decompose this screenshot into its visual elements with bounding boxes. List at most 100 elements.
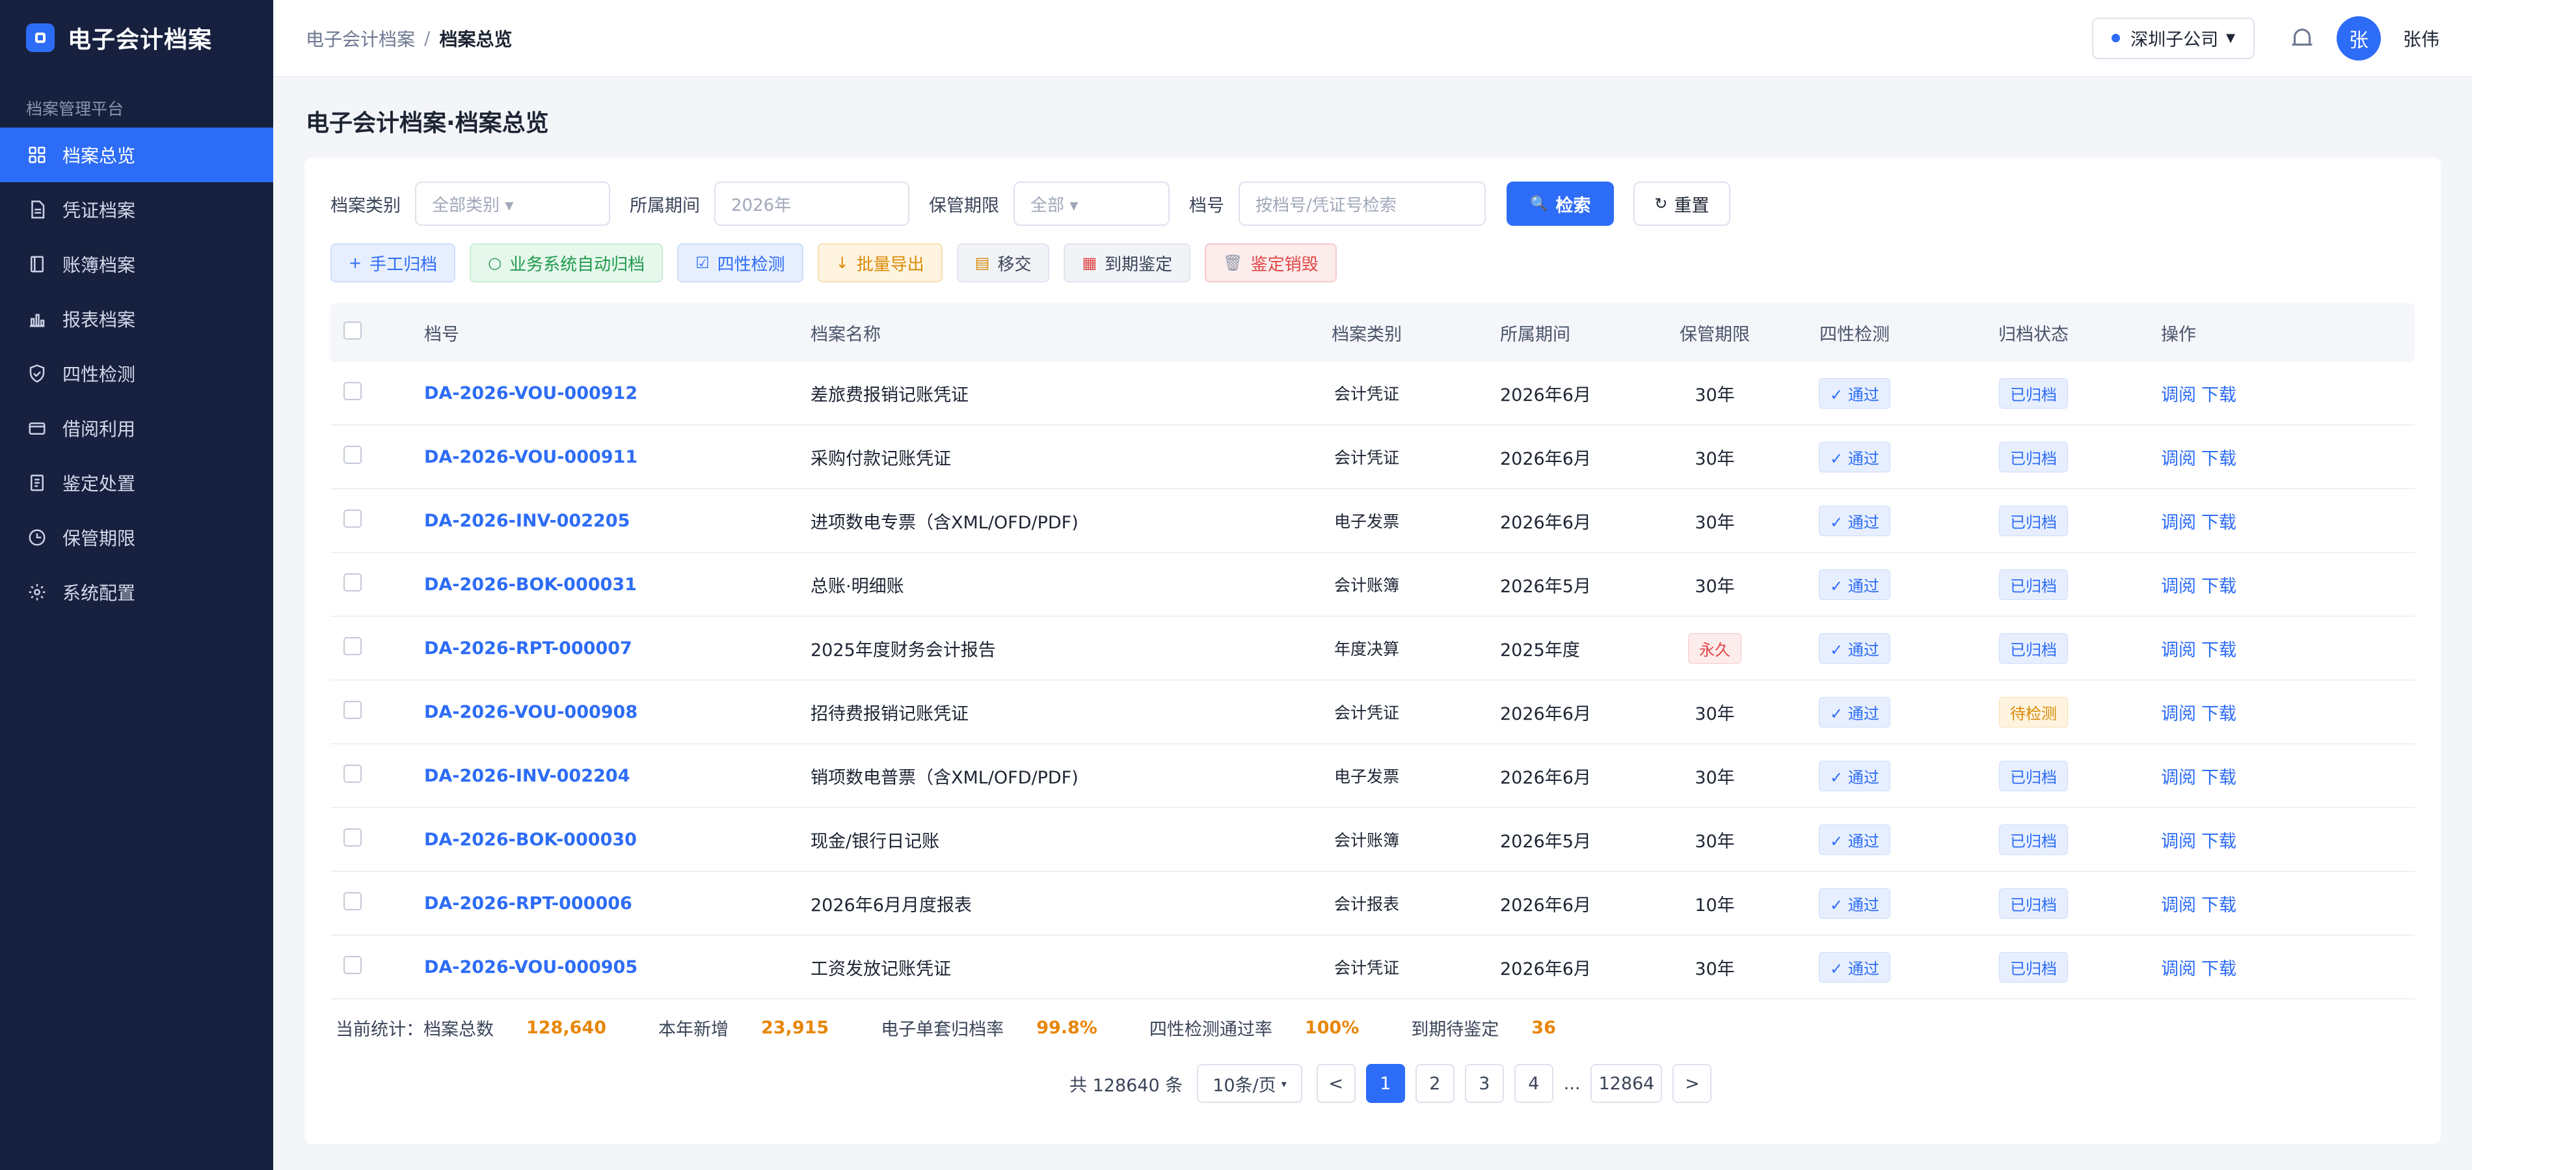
download-link[interactable]: 下载 [2201, 513, 2236, 533]
select-all-checkbox[interactable] [343, 321, 362, 340]
company-name: 深圳子公司 [2130, 30, 2219, 50]
row-checkbox[interactable] [343, 381, 362, 400]
row-checkbox[interactable] [343, 828, 362, 847]
sidebar-item-retention[interactable]: 保管期限 [0, 510, 273, 565]
docno-link[interactable]: DA-2026-VOU-000912 [424, 383, 637, 403]
sidebar-item-vouchers[interactable]: 凭证档案 [0, 182, 273, 237]
row-checkbox[interactable] [343, 955, 362, 974]
auto-archive-button[interactable]: ○ 业务系统自动归档 [470, 243, 664, 282]
archive-type: 会计凭证 [1334, 959, 1399, 977]
docno-search-input[interactable]: 按档号/凭证号检索 [1239, 182, 1486, 226]
sidebar-item-overview[interactable]: 档案总览 [0, 128, 273, 182]
view-link[interactable]: 调阅 [2161, 640, 2196, 660]
period-input[interactable]: 2026年 [714, 182, 909, 226]
appraisal-destroy-button[interactable]: 🗑 鉴定销毁 [1205, 243, 1337, 282]
check-badge: ✓ 通过 [1819, 824, 1890, 855]
reset-button[interactable]: ↻ 重置 [1633, 182, 1730, 226]
docno-link[interactable]: DA-2026-RPT-000007 [424, 638, 632, 659]
download-link[interactable]: 下载 [2201, 640, 2236, 660]
expire-appraisal-button[interactable]: ▦ 到期鉴定 [1064, 243, 1191, 282]
page-size-select[interactable]: 10条/页 ▾ [1197, 1064, 1302, 1103]
table-row[interactable]: DA-2026-INV-002204 销项数电普票（含XML/OFD/PDF) 电子… [330, 744, 2415, 808]
bell-icon[interactable] [2287, 23, 2317, 53]
docno-link[interactable]: DA-2026-VOU-000908 [424, 702, 637, 722]
transfer-label: 移交 [997, 254, 1032, 275]
archive-name: 总账·明细账 [811, 576, 904, 597]
table-row[interactable]: DA-2026-BOK-000030 现金/银行日记账 会计账簿 2026年5月 30年… [330, 808, 2415, 872]
page-button-last[interactable]: 12864 [1590, 1064, 1663, 1103]
manual-archive-button[interactable]: + 手工归档 [330, 243, 456, 282]
status-badge: 已归档 [1999, 951, 2068, 983]
row-checkbox[interactable] [343, 636, 362, 655]
company-select[interactable]: 深圳子公司 ▼ [2092, 17, 2255, 59]
sidebar-item-reports[interactable]: 报表档案 [0, 292, 273, 346]
docno-link[interactable]: DA-2026-INV-002204 [424, 766, 630, 786]
table-row[interactable]: DA-2026-VOU-000908 招待费报销记账凭证 会计凭证 2026年6月 30… [330, 681, 2415, 744]
box-icon: ▤ [974, 254, 990, 272]
view-link[interactable]: 调阅 [2161, 832, 2196, 852]
docno-link[interactable]: DA-2026-BOK-000031 [424, 575, 637, 595]
view-link[interactable]: 调阅 [2161, 959, 2196, 979]
sidebar-item-borrowing[interactable]: 借阅利用 [0, 401, 273, 456]
row-checkbox[interactable] [343, 445, 362, 464]
table-row[interactable]: DA-2026-RPT-000007 2025年度财务会计报告 年度决算 2025年度… [330, 617, 2415, 681]
row-checkbox[interactable] [343, 764, 362, 783]
download-link[interactable]: 下载 [2201, 577, 2236, 597]
docno-link[interactable]: DA-2026-VOU-000911 [424, 447, 637, 467]
download-link[interactable]: 下载 [2201, 768, 2236, 788]
docno-link[interactable]: DA-2026-INV-002205 [424, 511, 630, 531]
breadcrumb-root[interactable]: 电子会计档案 [306, 25, 415, 51]
username[interactable]: 张伟 [2403, 25, 2439, 51]
table-row[interactable]: DA-2026-VOU-000912 差旅费报销记账凭证 会计凭证 2026年6月 30… [330, 362, 2415, 426]
table-row[interactable]: DA-2026-BOK-000031 总账·明细账 会计账簿 2026年5月 30年 ✓ … [330, 553, 2415, 617]
docno-link[interactable]: DA-2026-RPT-000006 [424, 893, 632, 914]
download-link[interactable]: 下载 [2201, 385, 2236, 405]
view-link[interactable]: 调阅 [2161, 704, 2196, 724]
table-row[interactable]: DA-2026-VOU-000905 工资发放记账凭证 会计凭证 2026年6月 30年… [330, 936, 2415, 1000]
row-checkbox[interactable] [343, 700, 362, 719]
transfer-button[interactable]: ▤ 移交 [956, 243, 1050, 282]
download-link[interactable]: 下载 [2201, 832, 2236, 852]
next-page-button[interactable]: > [1672, 1064, 1712, 1103]
retention-select[interactable]: 全部 ▾ [1013, 182, 1170, 226]
view-link[interactable]: 调阅 [2161, 895, 2196, 916]
page-button-1[interactable]: 1 [1365, 1064, 1405, 1103]
view-link[interactable]: 调阅 [2161, 385, 2196, 405]
page-button-4[interactable]: 4 [1514, 1064, 1553, 1103]
status-badge: 已归档 [1999, 888, 2068, 919]
sidebar-item-label: 凭证档案 [62, 200, 136, 221]
download-link[interactable]: 下载 [2201, 959, 2236, 979]
view-link[interactable]: 调阅 [2161, 449, 2196, 469]
four-check-button[interactable]: ☑ 四性检测 [677, 243, 803, 282]
batch-export-button[interactable]: ↓ 批量导出 [817, 243, 943, 282]
download-arrow-icon: ↓ [835, 254, 849, 272]
shield-check-icon [26, 362, 48, 385]
row-checkbox[interactable] [343, 891, 362, 910]
table-row[interactable]: DA-2026-INV-002205 进项数电专票（含XML/OFD/PDF) 电子… [330, 489, 2415, 553]
view-link[interactable]: 调阅 [2161, 768, 2196, 788]
view-link[interactable]: 调阅 [2161, 577, 2196, 597]
prev-page-button[interactable]: < [1316, 1064, 1356, 1103]
sidebar-item-four-check[interactable]: 四性检测 [0, 346, 273, 401]
page-button-3[interactable]: 3 [1464, 1064, 1504, 1103]
sidebar-item-ledgers[interactable]: 账簿档案 [0, 237, 273, 292]
category-select[interactable]: 全部类别 ▾ [415, 182, 610, 226]
table-row[interactable]: DA-2026-VOU-000911 采购付款记账凭证 会计凭证 2026年6月 30年… [330, 426, 2415, 489]
top-header: 电子会计档案 / 档案总览 深圳子公司 ▼ 张 张伟 [273, 0, 2472, 77]
row-checkbox[interactable] [343, 509, 362, 528]
download-link[interactable]: 下载 [2201, 704, 2236, 724]
col-period: 所属期间 [1500, 324, 1570, 345]
page-button-2[interactable]: 2 [1415, 1064, 1455, 1103]
sidebar-item-settings[interactable]: 系统配置 [0, 565, 273, 619]
stat-new-label: 本年新增 [658, 1020, 729, 1040]
table-row[interactable]: DA-2026-RPT-000006 2026年6月月度报表 会计报表 2026年6月… [330, 872, 2415, 936]
download-link[interactable]: 下载 [2201, 449, 2236, 469]
docno-link[interactable]: DA-2026-VOU-000905 [424, 957, 637, 977]
row-checkbox[interactable] [343, 573, 362, 592]
download-link[interactable]: 下载 [2201, 895, 2236, 916]
avatar[interactable]: 张 [2336, 16, 2381, 61]
sidebar-item-appraisal[interactable]: 鉴定处置 [0, 456, 273, 510]
view-link[interactable]: 调阅 [2161, 513, 2196, 533]
search-button[interactable]: 🔍 检索 [1507, 182, 1615, 226]
docno-link[interactable]: DA-2026-BOK-000030 [424, 830, 637, 850]
